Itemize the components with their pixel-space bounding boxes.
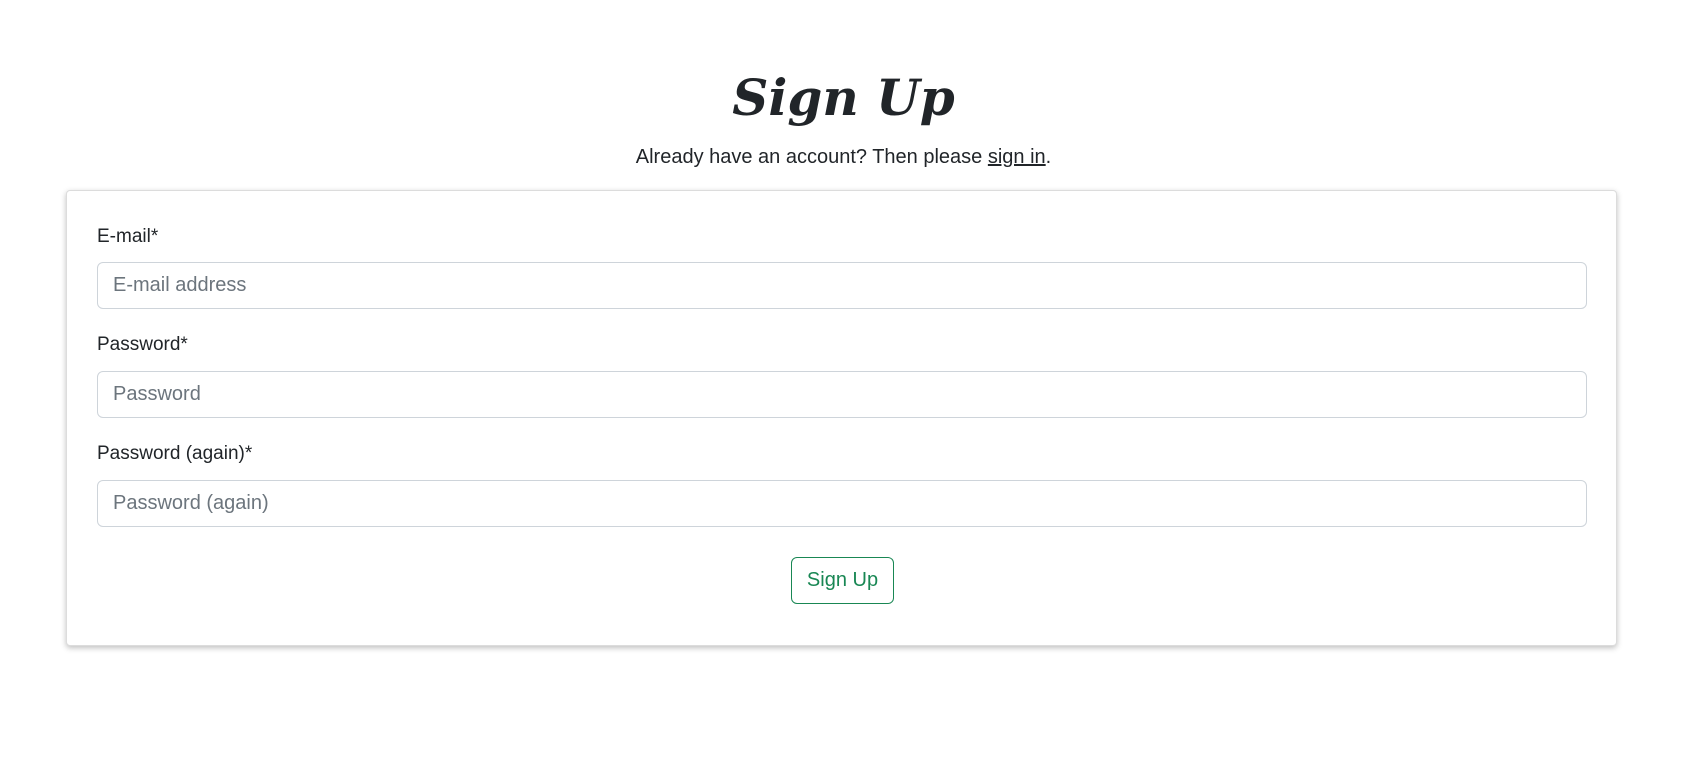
signup-form: E-mail* Password* Password (again)* Sign… [66,190,1617,646]
signin-link[interactable]: sign in [988,146,1046,168]
signin-prompt: Already have an account? Then please sig… [0,143,1687,171]
password-again-label: Password (again)* [97,443,253,464]
email-field[interactable] [97,262,1587,309]
email-label: E-mail* [97,226,159,247]
password-label: Password* [97,334,188,355]
password-again-field[interactable] [97,480,1587,527]
password-field[interactable] [97,371,1587,418]
page-title: Sign Up [732,68,955,127]
sign-up-button[interactable]: Sign Up [791,557,894,604]
signin-prompt-text: Already have an account? Then please [635,146,988,168]
signin-prompt-suffix: . [1045,146,1052,168]
